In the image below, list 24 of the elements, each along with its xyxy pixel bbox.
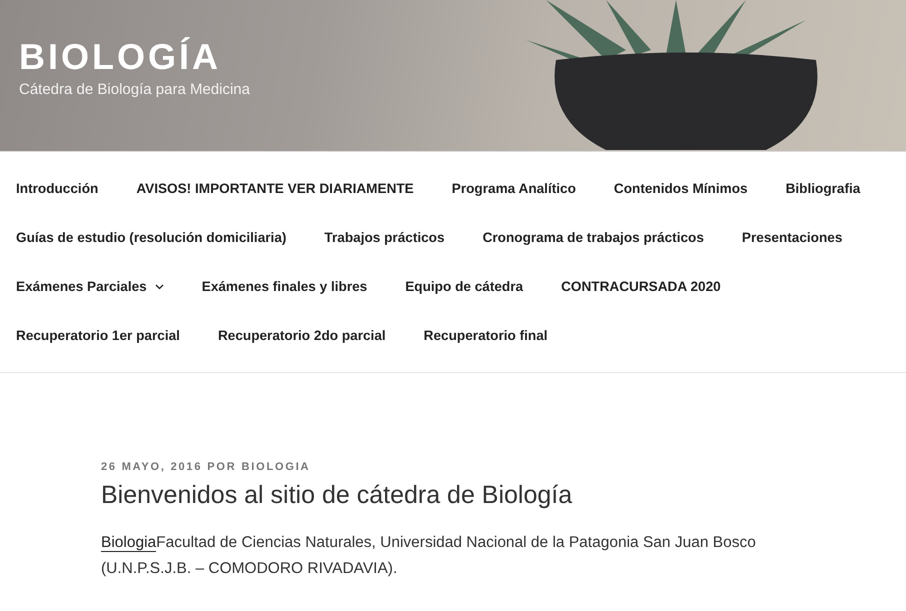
menu-item[interactable]: Exámenes finales y libres bbox=[202, 262, 368, 311]
body-link[interactable]: Biologia bbox=[101, 534, 156, 552]
menu-item[interactable]: Introducción bbox=[16, 164, 98, 213]
menu-item[interactable]: Recuperatorio 1er parcial bbox=[16, 311, 180, 360]
menu-item[interactable]: Contenidos Mínimos bbox=[614, 164, 748, 213]
menu-item[interactable]: CONTRACURSADA 2020 bbox=[561, 262, 721, 311]
menu-item[interactable]: Recuperatorio final bbox=[424, 311, 548, 360]
menu-item[interactable]: Cronograma de trabajos prácticos bbox=[482, 213, 704, 262]
menu-item[interactable]: Programa Analítico bbox=[452, 164, 576, 213]
menu-item[interactable]: Guías de estudio (resolución domiciliaria) bbox=[16, 213, 286, 262]
chevron-down-icon bbox=[154, 284, 164, 290]
menu-item[interactable]: Equipo de cátedra bbox=[405, 262, 524, 311]
menu-item[interactable]: Presentaciones bbox=[742, 213, 842, 262]
menu-item[interactable]: Bibliografia bbox=[786, 164, 860, 213]
author-link[interactable]: BIOLOGIA bbox=[242, 461, 310, 473]
menu-item[interactable]: Exámenes Parciales bbox=[16, 262, 164, 311]
post-paragraph: BiologiaFacultad de Ciencias Naturales, Universidad Nacional de la Patagonia San Juan Bosco (U.N.P.S.J.B. – COMODORO RIVADAVIA). bbox=[101, 533, 757, 579]
menu-item[interactable]: Trabajos prácticos bbox=[324, 213, 445, 262]
post-title: Bienvenidos al sitio de cátedra de Biología bbox=[101, 481, 574, 510]
post-date-link[interactable]: 26 MAYO, 2016 bbox=[101, 461, 202, 473]
menu-item[interactable]: Recuperatorio 2do parcial bbox=[218, 311, 386, 360]
site-tagline: Cátedra de Biología para Medicina bbox=[19, 81, 250, 98]
byline-text: POR bbox=[207, 461, 237, 473]
menu-item[interactable]: AVISOS! IMPORTANTE VER DIARIAMENTE bbox=[136, 164, 414, 213]
